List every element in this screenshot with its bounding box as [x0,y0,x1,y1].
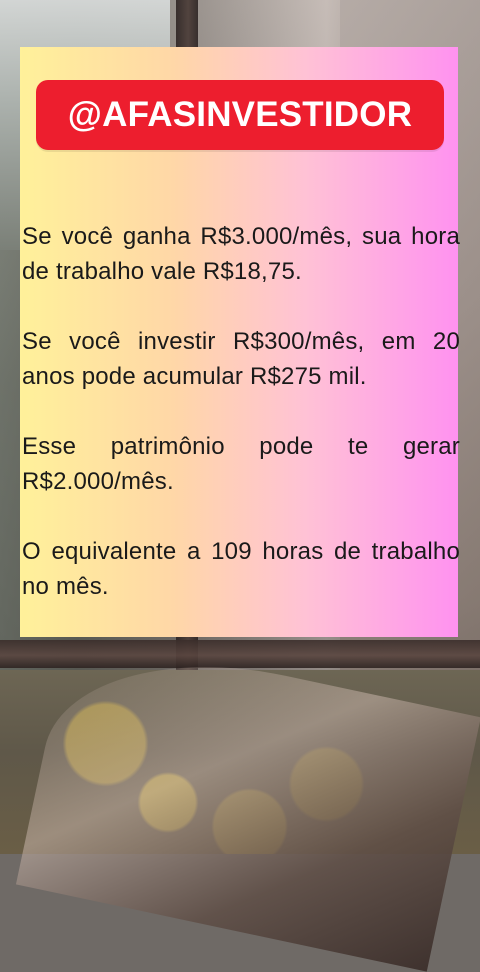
paragraph-income-generated-text: Esse patrimônio pode te gerar R$2.000/mê… [22,433,460,495]
card-body: Se você ganha R$3.000/mês, sua hora de t… [20,219,460,639]
paragraph-investment: Se você investir R$300/mês, em 20 anos p… [22,324,460,394]
paragraph-hours-equivalent: O equivalente a 109 horas de trabalho no… [22,534,460,604]
paragraph-investment-text: Se você investir R$300/mês, em 20 anos p… [22,328,460,390]
quote-card: @AFASINVESTIDOR Se você ganha R$3.000/mê… [20,47,460,639]
account-handle-text: @AFASINVESTIDOR [67,95,413,134]
paragraph-income-generated: Esse patrimônio pode te gerar R$2.000/mê… [22,429,460,499]
paragraph-income: Se você ganha R$3.000/mês, sua hora de t… [22,219,460,289]
paragraph-income-text: Se você ganha R$3.000/mês, sua hora de t… [22,223,460,285]
paragraph-hours-equivalent-text: O equivalente a 109 horas de trabalho no… [22,538,460,600]
window-frame-horizontal [0,640,480,668]
account-handle-badge: @AFASINVESTIDOR [36,80,444,150]
